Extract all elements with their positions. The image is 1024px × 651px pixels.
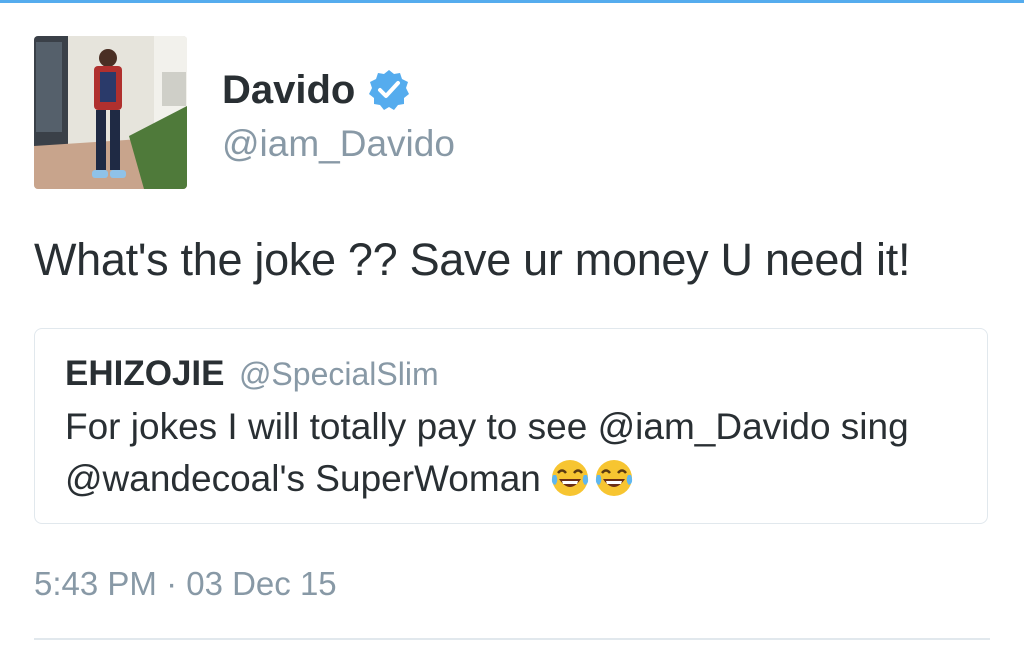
quoted-tweet-body: For jokes I will totally pay to see @iam…: [65, 401, 965, 505]
tears-of-joy-emoji-icon: [549, 457, 591, 499]
verified-badge-icon: [367, 68, 411, 112]
avatar-photo: [34, 36, 187, 189]
divider: [34, 638, 990, 640]
quoted-tweet-text: For jokes I will totally pay to see @iam…: [65, 406, 909, 499]
quoted-tweet-header: EHIZOJIE @SpecialSlim: [65, 353, 439, 402]
author-display-name[interactable]: Davido: [222, 66, 411, 114]
author-handle[interactable]: @iam_Davido: [222, 122, 455, 166]
quoted-author-name: EHIZOJIE: [65, 354, 225, 393]
tweet-text: What's the joke ?? Save ur money U need …: [34, 234, 911, 285]
quoted-tweet-card[interactable]: EHIZOJIE @SpecialSlim For jokes I will t…: [34, 328, 988, 524]
top-accent-bar: [0, 0, 1024, 3]
author-name-text: Davido: [222, 68, 356, 112]
tears-of-joy-emoji-icon: [593, 457, 635, 499]
avatar[interactable]: [34, 36, 187, 189]
tweet-timestamp[interactable]: 5:43 PM · 03 Dec 15: [34, 563, 337, 605]
quoted-author-handle: @SpecialSlim: [238, 356, 439, 392]
emoji-group: [549, 457, 635, 499]
